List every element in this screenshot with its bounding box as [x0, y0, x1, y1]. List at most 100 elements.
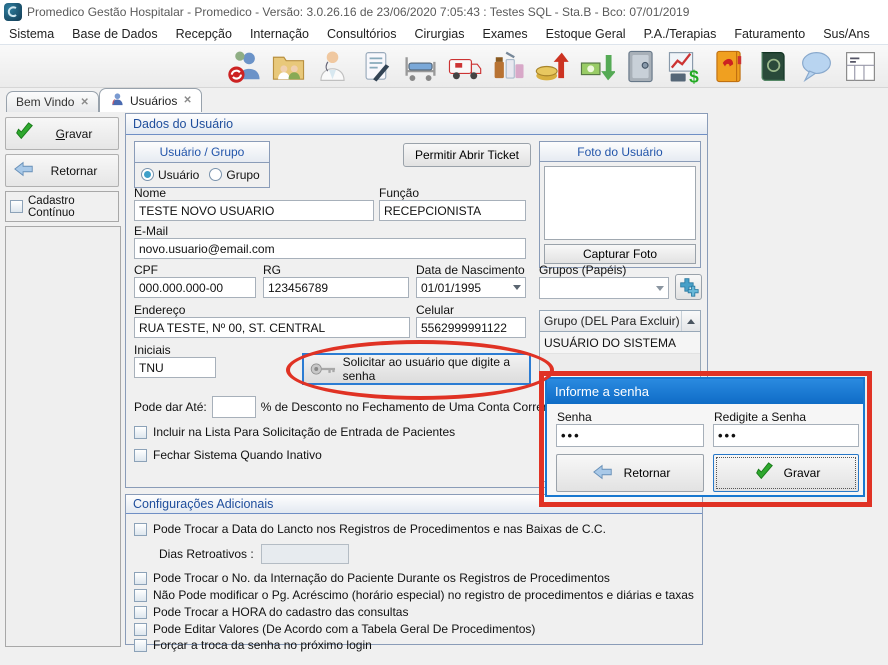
key-icon — [310, 360, 337, 378]
sidebar-empty-panel — [5, 226, 121, 647]
foto-usuario-header: Foto do Usuário — [540, 142, 700, 162]
check-icon — [12, 121, 36, 146]
menu-item-pa-terapias[interactable]: P.A./Terapias — [635, 27, 726, 41]
ambulance-icon[interactable] — [446, 48, 483, 85]
ledger-book-icon[interactable] — [754, 48, 791, 85]
cadastro-continuo-checkbox[interactable] — [10, 200, 23, 213]
data-lancto-checkbox[interactable] — [134, 523, 147, 536]
pharmacy-stock-icon[interactable] — [490, 48, 527, 85]
rg-input[interactable]: 123456789 — [263, 277, 409, 298]
finance-chart-icon[interactable]: $ — [666, 48, 703, 85]
menu-item-sus-ans[interactable]: Sus/Ans — [814, 27, 879, 41]
tab-close-icon[interactable]: ✕ — [80, 97, 88, 108]
grupo-list-header[interactable]: Grupo (DEL Para Excluir) — [539, 310, 701, 332]
menu-item-internacao[interactable]: Internação — [241, 27, 318, 41]
users-sync-icon[interactable] — [226, 48, 263, 85]
funcao-input[interactable]: RECEPCIONISTA — [379, 200, 526, 221]
menu-item-faturamento[interactable]: Faturamento — [725, 27, 814, 41]
iniciais-label: Iniciais — [134, 343, 171, 357]
toolbar: $ — [0, 44, 888, 88]
desconto-row: Pode dar Até: % de Desconto no Fechament… — [134, 396, 560, 418]
safe-icon[interactable] — [622, 48, 659, 85]
add-group-icon — [679, 277, 699, 297]
grupo-list-row[interactable]: USUÁRIO DO SISTEMA — [540, 332, 700, 354]
solicitar-senha-button[interactable]: Solicitar ao usuário que digite a senha — [302, 353, 531, 385]
phone-directory-icon[interactable] — [710, 48, 747, 85]
dropdown-arrow-icon[interactable] — [513, 285, 521, 290]
add-group-button[interactable] — [675, 274, 702, 300]
hospital-bed-icon[interactable] — [402, 48, 439, 85]
menu-item-base-de-dados[interactable]: Base de Dados — [63, 27, 166, 41]
senha-dialog-title: Informe a senha — [547, 379, 863, 404]
valores-checkbox[interactable] — [134, 623, 147, 636]
retornar-label: Retornar — [36, 164, 112, 178]
endereco-input[interactable]: RUA TESTE, Nº 00, ST. CENTRAL — [134, 317, 410, 338]
report-form-icon[interactable] — [842, 48, 879, 85]
menu-item-exames[interactable]: Exames — [474, 27, 537, 41]
dropdown-arrow-icon[interactable] — [656, 286, 664, 291]
foto-preview — [544, 166, 696, 240]
payment-down-icon[interactable] — [578, 48, 615, 85]
incluir-lista-label: Incluir na Lista Para Solicitação de Ent… — [153, 425, 455, 439]
internacao-label: Pode Trocar o No. da Internação do Pacie… — [153, 571, 610, 585]
fechar-inativo-checkbox[interactable] — [134, 449, 147, 462]
nome-input[interactable]: TESTE NOVO USUARIO — [134, 200, 374, 221]
window-title: Promedico Gestão Hospitalar - Promedico … — [27, 0, 689, 24]
valores-label: Pode Editar Valores (De Acordo com a Tab… — [153, 622, 535, 636]
data-nascimento-input[interactable]: 01/01/1995 — [416, 277, 526, 298]
tab-usuarios[interactable]: Usuários ✕ — [99, 88, 202, 112]
radio-usuario[interactable] — [141, 168, 154, 181]
arrow-left-icon — [12, 158, 36, 183]
cpf-input[interactable]: 000.000.000-00 — [134, 277, 256, 298]
svg-text:$: $ — [689, 67, 699, 85]
rg-label: RG — [263, 263, 281, 277]
grupos-papeis-label: Grupos (Papéis) — [539, 263, 626, 277]
chat-icon[interactable] — [798, 48, 835, 85]
configuracoes-adicionais-panel: Configurações Adicionais Pode Trocar a D… — [125, 494, 703, 645]
menu-item-caixa[interactable]: Caixa — [879, 27, 888, 41]
hora-checkbox[interactable] — [134, 606, 147, 619]
fechar-inativo-row: Fechar Sistema Quando Inativo — [134, 448, 322, 462]
prescription-icon[interactable] — [358, 48, 395, 85]
menu-item-recepcao[interactable]: Recepção — [167, 27, 241, 41]
menu-item-estoque-geral[interactable]: Estoque Geral — [537, 27, 635, 41]
patient-folders-icon[interactable] — [270, 48, 307, 85]
iniciais-input[interactable]: TNU — [134, 357, 216, 378]
revenue-up-icon[interactable] — [534, 48, 571, 85]
incluir-lista-checkbox[interactable] — [134, 426, 147, 439]
retornar-button[interactable]: Retornar — [5, 154, 119, 187]
acrescimo-label: Não Pode modificar o Pg. Acréscimo (horá… — [153, 588, 694, 602]
cadastro-continuo-row: Cadastro Contínuo — [5, 191, 119, 222]
tipo-group-header: Usuário / Grupo — [135, 142, 269, 163]
dialog-gravar-button[interactable]: Gravar — [713, 454, 859, 492]
acrescimo-row: Não Pode modificar o Pg. Acréscimo (horá… — [134, 588, 694, 602]
menu-item-sistema[interactable]: Sistema — [0, 27, 63, 41]
email-input[interactable]: novo.usuario@email.com — [134, 238, 526, 259]
informe-senha-dialog: Informe a senha Senha Redigite a Senha •… — [545, 377, 865, 497]
user-icon — [109, 92, 124, 110]
tab-close-icon[interactable]: ✕ — [183, 95, 191, 106]
grupos-papeis-combo[interactable] — [539, 277, 669, 299]
forcar-senha-label: Forçar a troca da senha no próximo login — [153, 638, 372, 652]
forcar-senha-checkbox[interactable] — [134, 639, 147, 652]
dias-retroativos-input[interactable] — [261, 544, 349, 564]
menu-item-cirurgias[interactable]: Cirurgias — [406, 27, 474, 41]
radio-grupo[interactable] — [209, 168, 222, 181]
cadastro-continuo-label: Cadastro Contínuo — [28, 195, 114, 219]
permitir-abrir-ticket-button[interactable]: Permitir Abrir Ticket — [403, 143, 531, 167]
endereco-label: Endereço — [134, 303, 185, 317]
dialog-retornar-button[interactable]: Retornar — [556, 454, 704, 492]
doctor-icon[interactable] — [314, 48, 351, 85]
menu-item-consultorios[interactable]: Consultórios — [318, 27, 405, 41]
senha-input[interactable]: ••• — [556, 424, 704, 447]
sort-asc-icon[interactable] — [681, 311, 700, 331]
desconto-input[interactable] — [212, 396, 256, 418]
celular-input[interactable]: 5562999991122 — [416, 317, 526, 338]
tab-bem-vindo[interactable]: Bem Vindo ✕ — [6, 91, 99, 112]
capturar-foto-button[interactable]: Capturar Foto — [544, 244, 696, 264]
gravar-button[interactable]: Gravar — [5, 117, 119, 150]
internacao-checkbox[interactable] — [134, 572, 147, 585]
desconto-suffix-label: % de Desconto no Fechamento de Uma Conta… — [261, 400, 560, 414]
acrescimo-checkbox[interactable] — [134, 589, 147, 602]
redigite-senha-input[interactable]: ••• — [713, 424, 859, 447]
